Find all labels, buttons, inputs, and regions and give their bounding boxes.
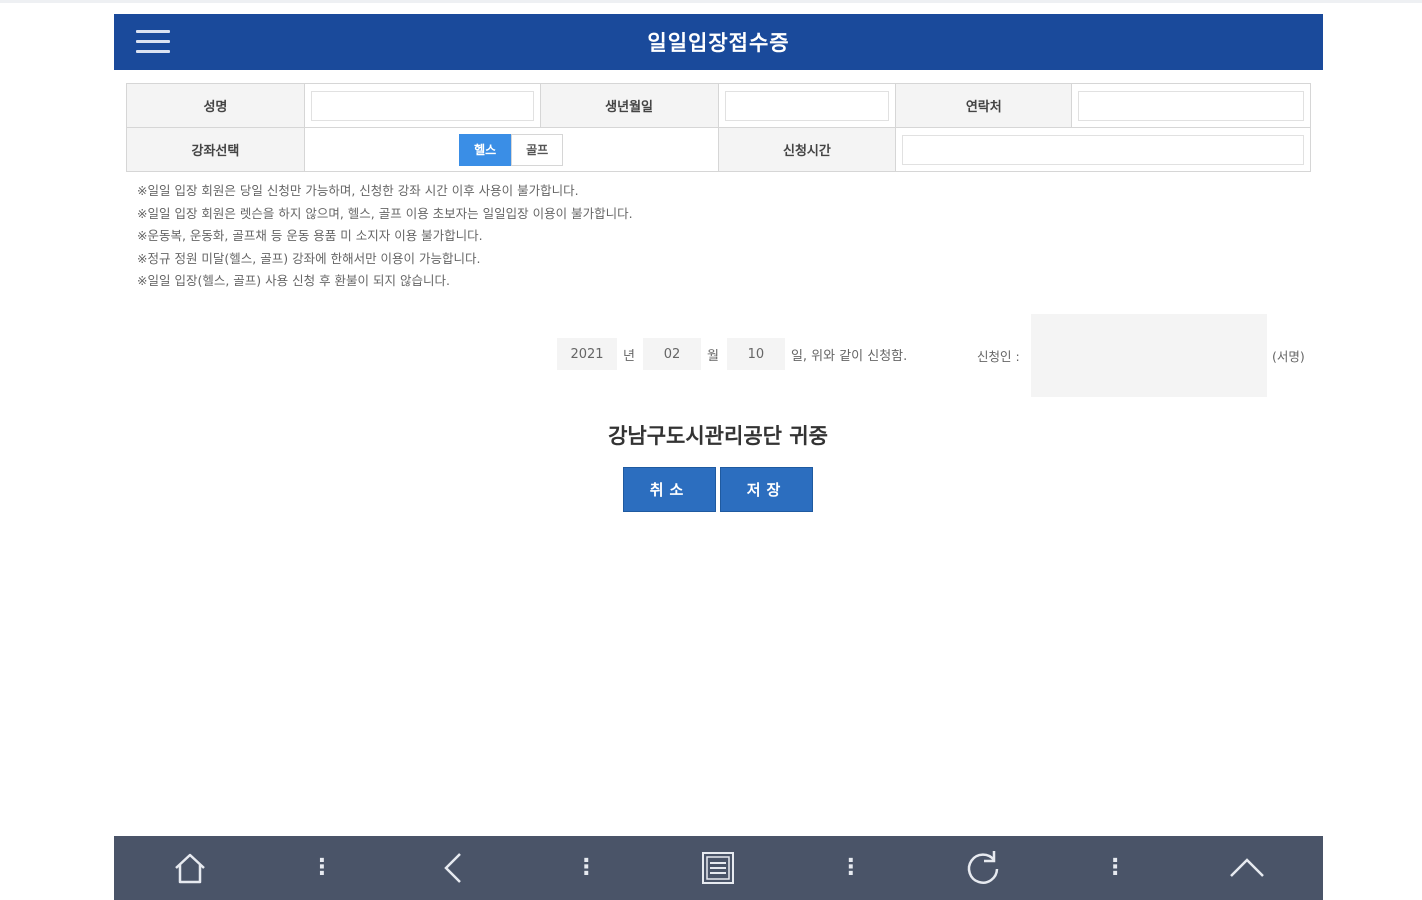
home-icon[interactable] [160,836,220,900]
notice-item: ※일일 입장(헬스, 골프) 사용 신청 후 환불이 되지 않습니다. [137,273,450,288]
year-unit: 년 [623,348,635,364]
notice-item: ※일일 입장 회원은 렛슨을 하지 않으며, 헬스, 골프 이용 초보자는 일일… [137,205,633,221]
course-option-golf[interactable]: 골프 [511,133,564,166]
separator-dots: ⋮ [1104,855,1127,880]
course-option-health[interactable]: 헬스 [459,133,512,166]
course-label: 강좌선택 [126,127,305,172]
course-selector: 헬스 골프 [311,133,712,166]
birth-input[interactable] [724,90,890,121]
notice-item: ※일일 입장 회원은 당일 신청만 가능하며, 신청한 강좌 시간 이후 사용이… [137,183,579,198]
time-input[interactable] [902,134,1304,165]
page-title: 일일입장접수증 [647,31,790,55]
application-form: 성명 생년월일 연락처 강좌선택 헬스 골프 신청시간 [126,83,1311,172]
organization-name: 강남구도시관리공단 귀중 [608,424,828,448]
month-input[interactable] [642,338,701,370]
day-suffix: 일, 위와 같이 신청함. [790,348,908,364]
notice-item: ※정규 정원 미달(헬스, 골프) 강좌에 한해서만 이용이 가능합니다. [137,250,481,266]
birth-label: 생년월일 [539,83,719,128]
separator-dots: ⋮ [310,855,333,880]
bottom-nav-bar: ⋮ ⋮ ⋮ ⋮ [114,836,1323,900]
name-input[interactable] [310,90,534,121]
top-border [0,0,1422,3]
app-header: 일일입장접수증 [114,14,1323,70]
name-label: 성명 [126,83,305,128]
list-icon[interactable] [688,836,748,900]
back-icon[interactable] [424,836,484,900]
notice-list: ※일일 입장 회원은 당일 신청만 가능하며, 신청한 강좌 시간 이후 사용이… [137,180,1137,293]
cancel-button[interactable]: 취소 [623,467,716,512]
day-input[interactable] [726,338,785,370]
separator-dots: ⋮ [839,855,862,880]
contact-input[interactable] [1078,90,1304,121]
signature-suffix: (서명) [1272,349,1305,364]
date-row: 년 월 일, 위와 같이 신청함. [557,338,915,370]
separator-dots: ⋮ [575,855,598,880]
time-label: 신청시간 [717,127,897,172]
notice-item: ※운동복, 운동화, 골프채 등 운동 용품 미 소지자 이용 불가합니다. [137,228,483,243]
signature-box[interactable] [1031,314,1267,397]
save-button[interactable]: 저장 [720,467,813,512]
contact-label: 연락처 [895,83,1073,128]
year-input[interactable] [557,338,617,370]
month-unit: 월 [706,348,719,364]
applicant-label: 신청인 : [977,349,1020,364]
scroll-top-icon[interactable] [1217,836,1277,900]
action-buttons: 취소 저장 [623,467,813,512]
hamburger-menu-icon[interactable] [136,30,172,56]
refresh-icon[interactable] [953,836,1013,900]
